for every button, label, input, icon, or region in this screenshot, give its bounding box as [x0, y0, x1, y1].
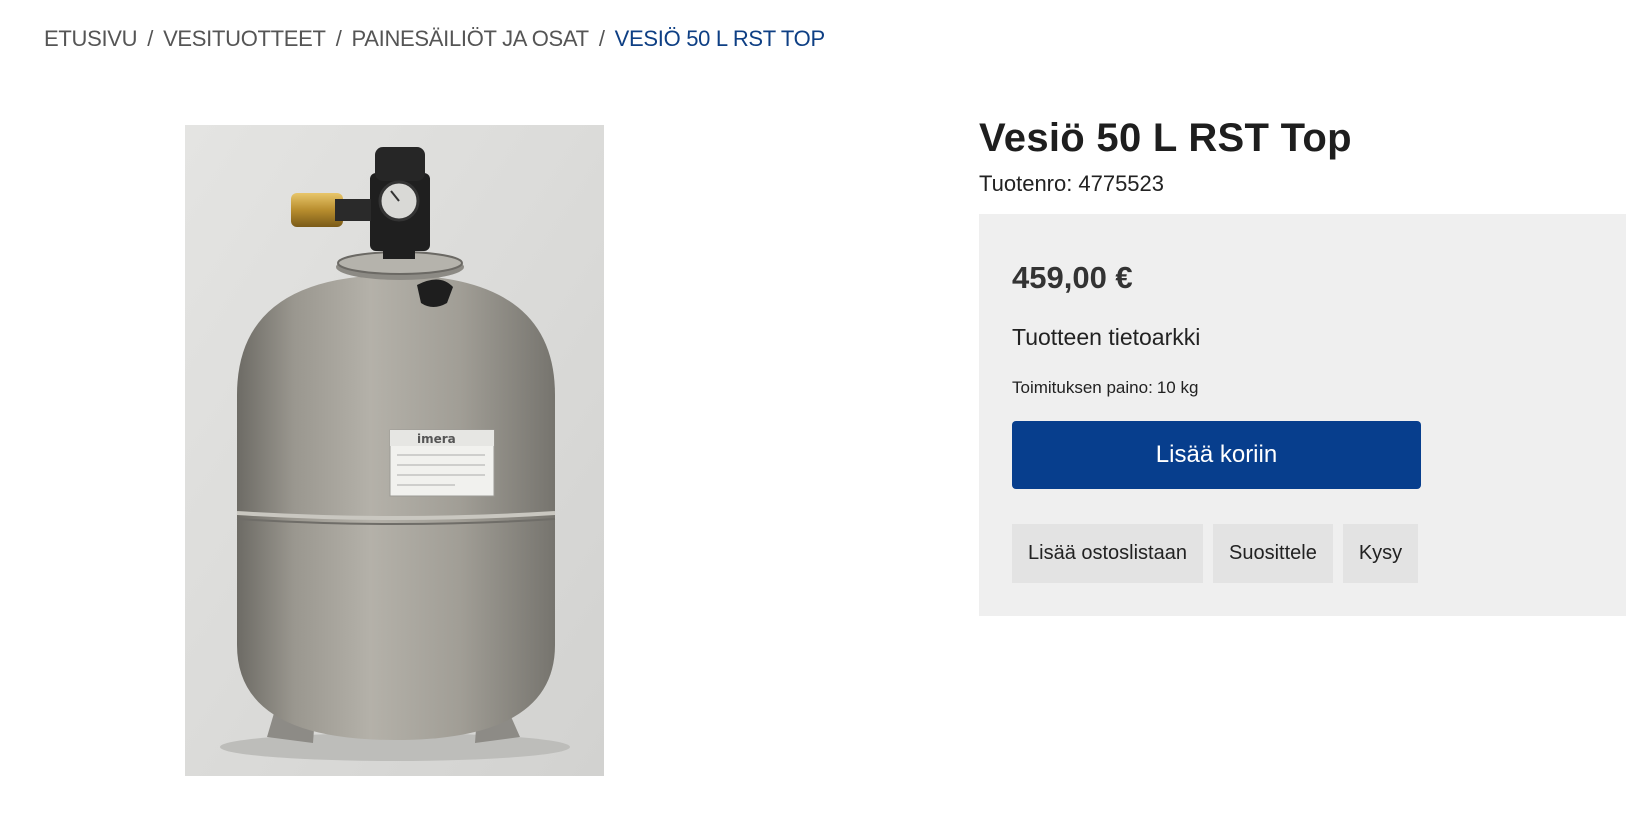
shipping-weight-value: 10 kg	[1156, 378, 1199, 397]
recommend-button[interactable]: Suosittele	[1212, 524, 1333, 583]
shipping-weight: Toimituksen paino: 10 kg	[1012, 378, 1198, 398]
breadcrumb-water-products[interactable]: VESITUOTTEET	[163, 26, 326, 52]
breadcrumb: ETUSIVU / VESITUOTTEET / PAINESÄILIÖT JA…	[44, 26, 825, 52]
add-to-cart-button[interactable]: Lisää koriin	[1012, 421, 1421, 489]
breadcrumb-separator: /	[598, 26, 605, 51]
pressure-tank-image: imera	[185, 125, 604, 776]
product-title: Vesiö 50 L RST Top	[979, 116, 1352, 160]
buy-panel: 459,00 € Tuotteen tietoarkki Toimituksen…	[979, 214, 1626, 616]
shipping-weight-label: Toimituksen paino:	[1012, 378, 1153, 397]
svg-text:imera: imera	[417, 432, 456, 446]
breadcrumb-current: VESIÖ 50 L RST TOP	[614, 26, 826, 51]
product-number-label: Tuotenro:	[979, 171, 1073, 196]
breadcrumb-pressure-tanks[interactable]: PAINESÄILIÖT JA OSAT	[352, 26, 590, 52]
ask-button[interactable]: Kysy	[1342, 524, 1419, 583]
breadcrumb-home[interactable]: ETUSIVU	[44, 26, 138, 52]
datasheet-link[interactable]: Tuotteen tietoarkki	[1012, 324, 1200, 351]
add-to-shopping-list-button[interactable]: Lisää ostoslistaan	[1012, 524, 1203, 583]
secondary-actions: Lisää ostoslistaan Suosittele Kysy	[1012, 524, 1419, 583]
breadcrumb-separator: /	[147, 26, 154, 51]
product-number: Tuotenro: 4775523	[979, 171, 1164, 197]
product-number-value: 4775523	[1078, 171, 1165, 196]
product-image[interactable]: imera	[185, 125, 604, 776]
product-price: 459,00 €	[1012, 260, 1133, 295]
breadcrumb-separator: /	[335, 26, 342, 51]
